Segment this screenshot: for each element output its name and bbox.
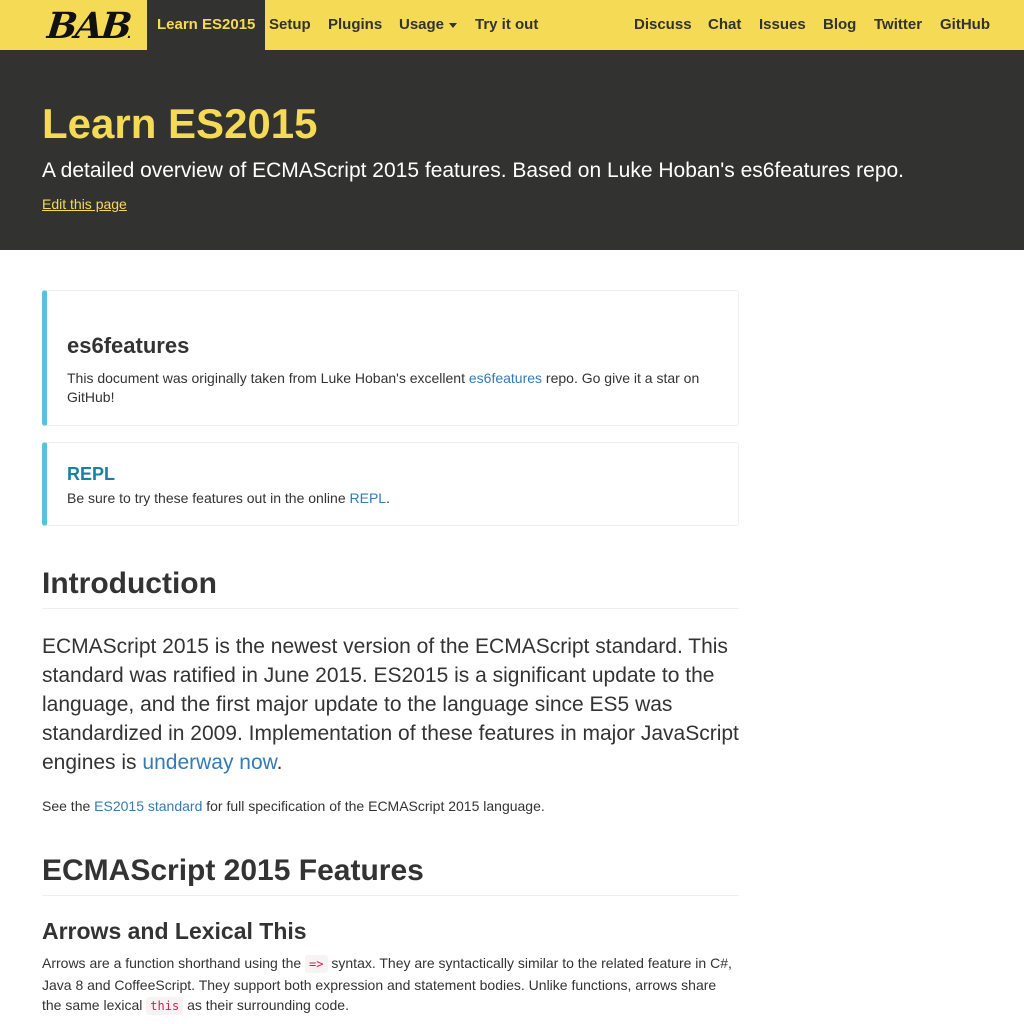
callout-repl-text-b: .: [386, 490, 390, 506]
nav-usage-dropdown[interactable]: Usage: [399, 0, 458, 50]
page-lead: A detailed overview of ECMAScript 2015 f…: [42, 159, 905, 182]
babel-logo[interactable]: BABEL: [45, 8, 133, 44]
arrows-text-a: Arrows are a function shorthand using th…: [42, 955, 306, 971]
nav-try-it-out[interactable]: Try it out: [475, 0, 538, 50]
es2015-standard-link[interactable]: ES2015 standard: [94, 798, 202, 814]
nav-learn-es2015[interactable]: Learn ES2015: [147, 0, 266, 50]
nav-discuss[interactable]: Discuss: [634, 0, 692, 50]
features-heading: ECMAScript 2015 Features: [42, 853, 739, 896]
nav-github[interactable]: GitHub: [940, 0, 990, 50]
introduction-see-standard: See the ES2015 standard for full specifi…: [42, 797, 739, 815]
es6features-link[interactable]: es6features: [469, 370, 542, 386]
callout-repl: REPL Be sure to try these features out i…: [42, 442, 739, 526]
nav-usage-label: Usage: [399, 16, 445, 33]
arrows-paragraph: Arrows are a function shorthand using th…: [42, 953, 739, 1017]
see-text-b: for full specification of the ECMAScript…: [202, 798, 545, 814]
this-keyword-code: this: [146, 997, 184, 1015]
nav-chat[interactable]: Chat: [708, 0, 741, 50]
page-title: Learn ES2015: [42, 100, 318, 147]
nav-setup[interactable]: Setup: [269, 0, 311, 50]
caret-down-icon: [449, 22, 458, 28]
callout-es6features-title: es6features: [67, 333, 190, 358]
edit-page-link[interactable]: Edit this page: [42, 196, 127, 212]
callout-es6features-text-a: This document was originally taken from …: [67, 370, 469, 386]
repl-link[interactable]: REPL: [350, 490, 387, 506]
arrows-heading: Arrows and Lexical This: [42, 918, 307, 944]
top-navbar: BABEL Learn ES2015 Setup Plugins Usage T…: [0, 0, 1024, 50]
nav-twitter[interactable]: Twitter: [874, 0, 922, 50]
introduction-lead-end: .: [276, 751, 283, 774]
nav-issues[interactable]: Issues: [759, 0, 806, 50]
nav-plugins[interactable]: Plugins: [328, 0, 382, 50]
arrow-syntax-code: =>: [305, 955, 328, 973]
callout-repl-text: Be sure to try these features out in the…: [67, 489, 727, 508]
arrows-text-c: as their surrounding code.: [183, 997, 349, 1013]
callout-repl-title: REPL: [67, 464, 116, 484]
callout-es6features-text: This document was originally taken from …: [67, 369, 727, 407]
callout-repl-text-a: Be sure to try these features out in the…: [67, 490, 350, 506]
callout-es6features: es6features This document was originally…: [42, 290, 739, 426]
page-header: Learn ES2015 A detailed overview of ECMA…: [0, 50, 1024, 250]
nav-blog[interactable]: Blog: [823, 0, 856, 50]
see-text-a: See the: [42, 798, 95, 814]
introduction-heading: Introduction: [42, 566, 739, 609]
introduction-lead: ECMAScript 2015 is the newest version of…: [42, 632, 739, 777]
underway-now-link[interactable]: underway now: [142, 751, 276, 774]
